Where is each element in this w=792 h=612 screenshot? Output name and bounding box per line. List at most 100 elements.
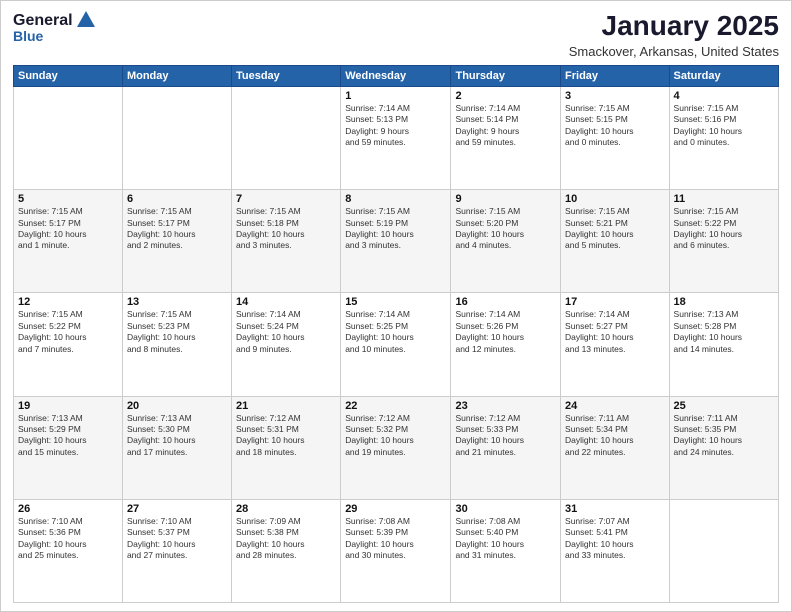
day-info: Sunrise: 7:14 AMSunset: 5:24 PMDaylight:… [236,309,336,355]
day-cell: 12Sunrise: 7:15 AMSunset: 5:22 PMDayligh… [14,293,123,396]
day-info: Sunrise: 7:11 AMSunset: 5:35 PMDaylight:… [674,413,774,459]
day-info: Sunrise: 7:11 AMSunset: 5:34 PMDaylight:… [565,413,665,459]
day-number: 27 [127,503,227,515]
header-wednesday: Wednesday [341,65,451,86]
week-row-2: 5Sunrise: 7:15 AMSunset: 5:17 PMDaylight… [14,190,779,293]
day-info: Sunrise: 7:10 AMSunset: 5:37 PMDaylight:… [127,516,227,562]
day-number: 12 [18,296,118,308]
day-number: 11 [674,193,774,205]
day-info: Sunrise: 7:14 AMSunset: 5:14 PMDaylight:… [455,103,556,149]
location-title: Smackover, Arkansas, United States [569,44,779,59]
day-cell: 26Sunrise: 7:10 AMSunset: 5:36 PMDayligh… [14,499,123,602]
day-info: Sunrise: 7:10 AMSunset: 5:36 PMDaylight:… [18,516,118,562]
month-title: January 2025 [569,11,779,42]
week-row-5: 26Sunrise: 7:10 AMSunset: 5:36 PMDayligh… [14,499,779,602]
day-cell: 3Sunrise: 7:15 AMSunset: 5:15 PMDaylight… [561,86,670,189]
day-number: 18 [674,296,774,308]
day-info: Sunrise: 7:15 AMSunset: 5:15 PMDaylight:… [565,103,665,149]
day-cell: 8Sunrise: 7:15 AMSunset: 5:19 PMDaylight… [341,190,451,293]
day-info: Sunrise: 7:14 AMSunset: 5:27 PMDaylight:… [565,309,665,355]
day-cell: 11Sunrise: 7:15 AMSunset: 5:22 PMDayligh… [669,190,778,293]
day-number: 2 [455,90,556,102]
day-number: 6 [127,193,227,205]
day-cell: 22Sunrise: 7:12 AMSunset: 5:32 PMDayligh… [341,396,451,499]
day-cell: 18Sunrise: 7:13 AMSunset: 5:28 PMDayligh… [669,293,778,396]
day-info: Sunrise: 7:15 AMSunset: 5:16 PMDaylight:… [674,103,774,149]
day-info: Sunrise: 7:07 AMSunset: 5:41 PMDaylight:… [565,516,665,562]
day-cell: 31Sunrise: 7:07 AMSunset: 5:41 PMDayligh… [561,499,670,602]
day-cell: 16Sunrise: 7:14 AMSunset: 5:26 PMDayligh… [451,293,561,396]
day-number: 8 [345,193,446,205]
title-block: January 2025 Smackover, Arkansas, United… [569,11,779,59]
day-cell: 29Sunrise: 7:08 AMSunset: 5:39 PMDayligh… [341,499,451,602]
day-cell: 23Sunrise: 7:12 AMSunset: 5:33 PMDayligh… [451,396,561,499]
header-sunday: Sunday [14,65,123,86]
calendar-page: General Blue January 2025 Smackover, Ark… [0,0,792,612]
logo-text-blue: Blue [13,29,43,44]
day-info: Sunrise: 7:12 AMSunset: 5:32 PMDaylight:… [345,413,446,459]
day-cell: 9Sunrise: 7:15 AMSunset: 5:20 PMDaylight… [451,190,561,293]
week-row-3: 12Sunrise: 7:15 AMSunset: 5:22 PMDayligh… [14,293,779,396]
day-cell: 1Sunrise: 7:14 AMSunset: 5:13 PMDaylight… [341,86,451,189]
day-cell: 5Sunrise: 7:15 AMSunset: 5:17 PMDaylight… [14,190,123,293]
day-info: Sunrise: 7:15 AMSunset: 5:19 PMDaylight:… [345,206,446,252]
day-cell [122,86,231,189]
day-info: Sunrise: 7:08 AMSunset: 5:40 PMDaylight:… [455,516,556,562]
day-cell: 24Sunrise: 7:11 AMSunset: 5:34 PMDayligh… [561,396,670,499]
day-info: Sunrise: 7:15 AMSunset: 5:23 PMDaylight:… [127,309,227,355]
day-number: 22 [345,400,446,412]
day-number: 15 [345,296,446,308]
header-monday: Monday [122,65,231,86]
day-number: 30 [455,503,556,515]
logo-icon [75,9,97,31]
day-cell: 17Sunrise: 7:14 AMSunset: 5:27 PMDayligh… [561,293,670,396]
top-header: General Blue January 2025 Smackover, Ark… [13,11,779,59]
day-number: 25 [674,400,774,412]
calendar-table: Sunday Monday Tuesday Wednesday Thursday… [13,65,779,603]
day-number: 14 [236,296,336,308]
day-cell [231,86,340,189]
header-row: Sunday Monday Tuesday Wednesday Thursday… [14,65,779,86]
header-saturday: Saturday [669,65,778,86]
day-info: Sunrise: 7:08 AMSunset: 5:39 PMDaylight:… [345,516,446,562]
day-cell [669,499,778,602]
day-number: 20 [127,400,227,412]
day-info: Sunrise: 7:12 AMSunset: 5:31 PMDaylight:… [236,413,336,459]
day-info: Sunrise: 7:15 AMSunset: 5:18 PMDaylight:… [236,206,336,252]
day-info: Sunrise: 7:13 AMSunset: 5:28 PMDaylight:… [674,309,774,355]
day-cell: 15Sunrise: 7:14 AMSunset: 5:25 PMDayligh… [341,293,451,396]
day-info: Sunrise: 7:12 AMSunset: 5:33 PMDaylight:… [455,413,556,459]
day-number: 13 [127,296,227,308]
day-number: 24 [565,400,665,412]
day-number: 21 [236,400,336,412]
day-cell: 6Sunrise: 7:15 AMSunset: 5:17 PMDaylight… [122,190,231,293]
day-number: 17 [565,296,665,308]
logo: General Blue [13,11,97,44]
day-cell: 30Sunrise: 7:08 AMSunset: 5:40 PMDayligh… [451,499,561,602]
day-info: Sunrise: 7:14 AMSunset: 5:26 PMDaylight:… [455,309,556,355]
day-number: 7 [236,193,336,205]
header-thursday: Thursday [451,65,561,86]
day-number: 31 [565,503,665,515]
day-number: 9 [455,193,556,205]
day-cell [14,86,123,189]
day-cell: 4Sunrise: 7:15 AMSunset: 5:16 PMDaylight… [669,86,778,189]
day-number: 29 [345,503,446,515]
day-number: 1 [345,90,446,102]
day-info: Sunrise: 7:15 AMSunset: 5:17 PMDaylight:… [18,206,118,252]
week-row-1: 1Sunrise: 7:14 AMSunset: 5:13 PMDaylight… [14,86,779,189]
day-number: 19 [18,400,118,412]
day-info: Sunrise: 7:09 AMSunset: 5:38 PMDaylight:… [236,516,336,562]
day-info: Sunrise: 7:14 AMSunset: 5:13 PMDaylight:… [345,103,446,149]
week-row-4: 19Sunrise: 7:13 AMSunset: 5:29 PMDayligh… [14,396,779,499]
day-cell: 7Sunrise: 7:15 AMSunset: 5:18 PMDaylight… [231,190,340,293]
day-cell: 13Sunrise: 7:15 AMSunset: 5:23 PMDayligh… [122,293,231,396]
day-cell: 2Sunrise: 7:14 AMSunset: 5:14 PMDaylight… [451,86,561,189]
day-info: Sunrise: 7:13 AMSunset: 5:30 PMDaylight:… [127,413,227,459]
day-info: Sunrise: 7:15 AMSunset: 5:17 PMDaylight:… [127,206,227,252]
day-cell: 14Sunrise: 7:14 AMSunset: 5:24 PMDayligh… [231,293,340,396]
header-tuesday: Tuesday [231,65,340,86]
day-info: Sunrise: 7:15 AMSunset: 5:21 PMDaylight:… [565,206,665,252]
day-info: Sunrise: 7:14 AMSunset: 5:25 PMDaylight:… [345,309,446,355]
day-number: 26 [18,503,118,515]
